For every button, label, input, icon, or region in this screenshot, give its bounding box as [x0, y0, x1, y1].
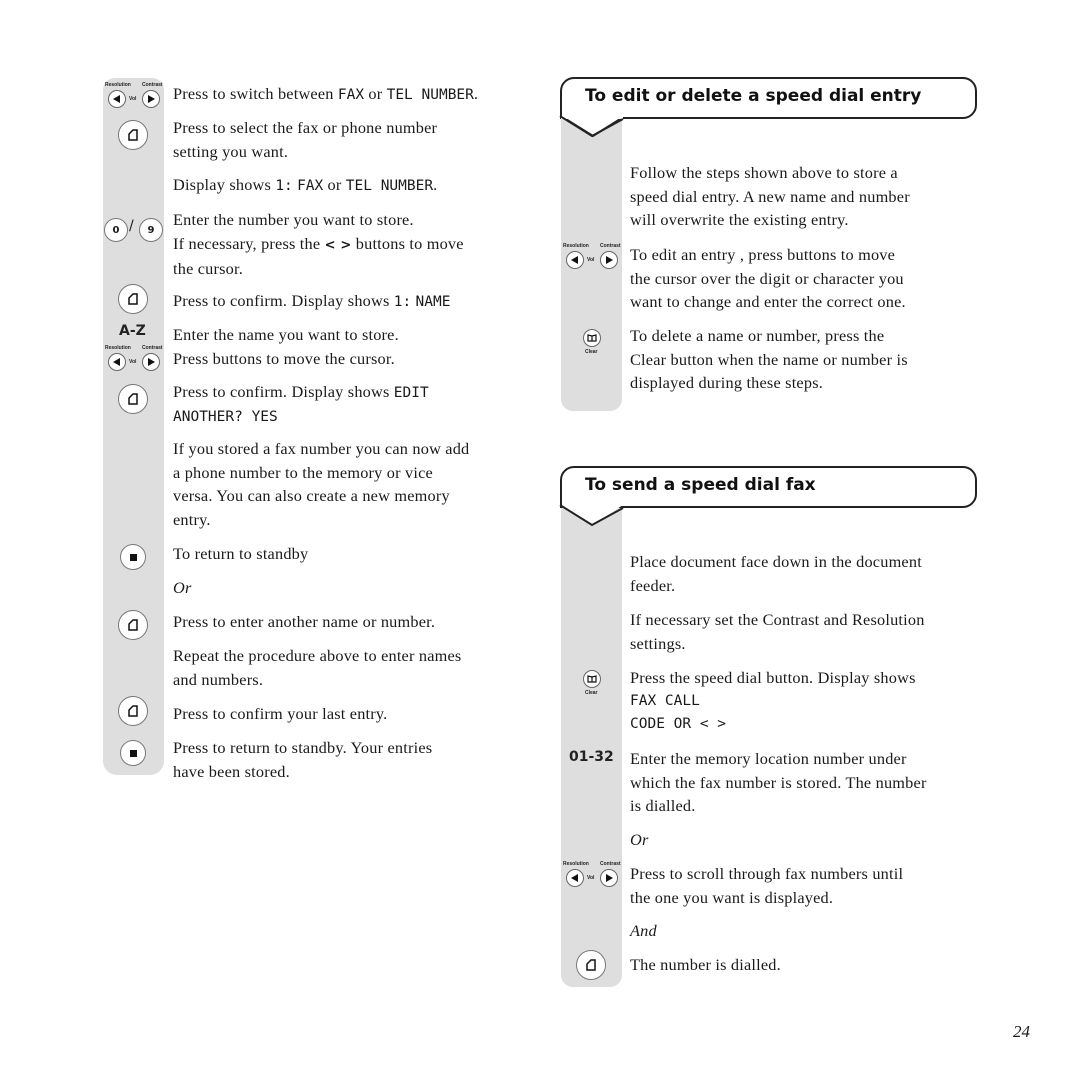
ok-button-icon	[118, 284, 148, 314]
left-arrow-icon	[108, 353, 126, 371]
step-8-text: If you stored a fax number you can now a…	[173, 439, 470, 529]
and-text: And	[630, 921, 657, 940]
send-icon-strip	[561, 506, 622, 987]
right-arrow-icon	[142, 353, 160, 371]
ok-button-icon	[118, 384, 148, 414]
speed-dial-book-icon	[583, 670, 601, 688]
resolution-contrast-buttons: Resolution Contrast Vol	[562, 861, 622, 891]
edit-paragraph-2: To edit an entry , press buttons to move…	[630, 245, 906, 311]
right-arrow-icon	[600, 869, 618, 887]
send-paragraph-1: Place document face down in the document…	[630, 552, 922, 595]
step-11-text: Press to enter another name or number.	[173, 612, 436, 631]
stop-button-icon	[120, 544, 146, 570]
contrast-label: Contrast	[142, 82, 163, 88]
heading-pointer	[559, 505, 624, 527]
or-text: Or	[173, 578, 192, 597]
vol-label: Vol	[129, 96, 137, 102]
ok-button-icon	[118, 696, 148, 726]
edit-paragraph-1: Follow the steps shown above to store as…	[630, 163, 910, 229]
slash-label: /	[129, 218, 134, 234]
send-paragraph-6: Press to scroll through fax numbers unti…	[630, 864, 904, 907]
heading-pointer-overlay	[559, 116, 624, 138]
step-2-text: Press to select the fax or phone number s…	[173, 118, 438, 161]
left-arrow-icon	[108, 90, 126, 108]
resolution-label: Resolution	[105, 82, 131, 88]
ok-button-icon	[576, 950, 606, 980]
send-paragraph-3: Press the speed dial button. Display sho…	[630, 666, 916, 737]
resolution-contrast-buttons: Resolution Contrast Vol	[562, 243, 622, 273]
step-6-text: Enter the name you want to store. Press b…	[173, 325, 399, 368]
step-5-text: Press to confirm. Display shows 1: NAME	[173, 291, 451, 310]
resolution-contrast-buttons: Resolution Contrast Vol	[104, 345, 164, 375]
step-1-text: Press to switch between FAX or TEL NUMBE…	[173, 84, 479, 103]
resolution-contrast-buttons: Resolution Contrast Vol	[104, 82, 164, 112]
step-7-text: Press to confirm. Display shows EDIT ANOT…	[173, 382, 429, 425]
right-arrow-icon	[142, 90, 160, 108]
ok-button-icon	[118, 610, 148, 640]
step-9-text: To return to standby	[173, 544, 309, 563]
ok-button-icon	[118, 120, 148, 150]
key-0-icon: 0	[104, 218, 128, 242]
step-13-text: Press to confirm your last entry.	[173, 704, 388, 723]
send-paragraph-8: The number is dialled.	[630, 955, 781, 974]
clear-label: Clear	[585, 349, 598, 355]
or-text: Or	[630, 830, 649, 849]
clear-label: Clear	[585, 690, 598, 696]
left-arrow-icon	[566, 251, 584, 269]
key-9-icon: 9	[139, 218, 163, 242]
step-4-text: Enter the number you want to store. If ne…	[173, 210, 464, 278]
speed-dial-book-icon	[583, 329, 601, 347]
send-paragraph-4: Enter the memory location number under wh…	[630, 749, 927, 815]
edit-paragraph-3: To delete a name or number, press the Cle…	[630, 326, 908, 392]
left-icon-strip	[103, 78, 164, 775]
page-number: 24	[1013, 1022, 1030, 1041]
left-arrow-icon	[566, 869, 584, 887]
lcd-line-1: FAX CALL	[630, 692, 700, 709]
memory-code-label: 01-32	[569, 749, 614, 765]
send-paragraph-2: If necessary set the Contrast and Resolu…	[630, 610, 925, 653]
a-z-label: A-Z	[119, 323, 146, 339]
lcd-line-2: CODE OR < >	[630, 716, 727, 732]
step-12-text: Repeat the procedure above to enter name…	[173, 646, 462, 689]
step-14-text: Press to return to standby. Your entries…	[173, 738, 433, 781]
right-arrow-icon	[600, 251, 618, 269]
send-section-title: To send a speed dial fax	[585, 475, 816, 495]
stop-button-icon	[120, 740, 146, 766]
edit-section-title: To edit or delete a speed dial entry	[585, 86, 922, 106]
step-3-text: Display shows 1: FAX or TEL NUMBER.	[173, 175, 438, 194]
